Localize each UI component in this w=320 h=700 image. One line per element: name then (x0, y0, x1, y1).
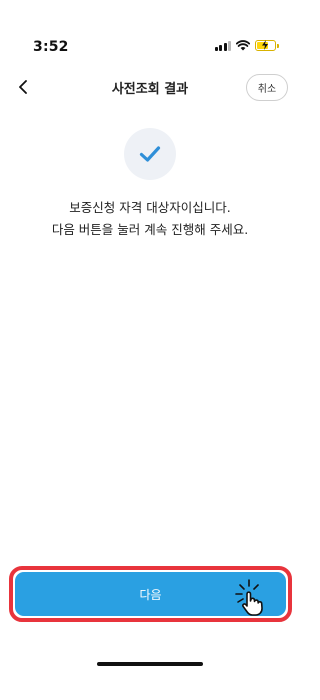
app-screen: 3:52 사전조회 결과 취소 보증신청 자격 대상자이십니다. 다음 버튼을 … (0, 0, 300, 700)
signal-icon (214, 40, 231, 51)
home-indicator (97, 662, 203, 666)
result-message-line1: 보증신청 자격 대상자이십니다. (69, 200, 231, 215)
battery-charging-icon (255, 40, 279, 51)
result-message-line2: 다음 버튼을 눌러 계속 진행해 주세요. (51, 222, 249, 237)
success-badge (124, 128, 176, 180)
cancel-button[interactable]: 취소 (246, 74, 288, 101)
result-message: 보증신청 자격 대상자이십니다. 다음 버튼을 눌러 계속 진행해 주세요. (0, 197, 300, 241)
status-icons (214, 40, 279, 51)
tap-hand-icon (235, 579, 263, 616)
check-icon (139, 146, 161, 162)
status-time: 3:52 (33, 39, 69, 55)
status-bar: 3:52 (0, 0, 300, 60)
wifi-icon (236, 40, 250, 51)
nav-bar: 사전조회 결과 취소 (0, 66, 300, 110)
